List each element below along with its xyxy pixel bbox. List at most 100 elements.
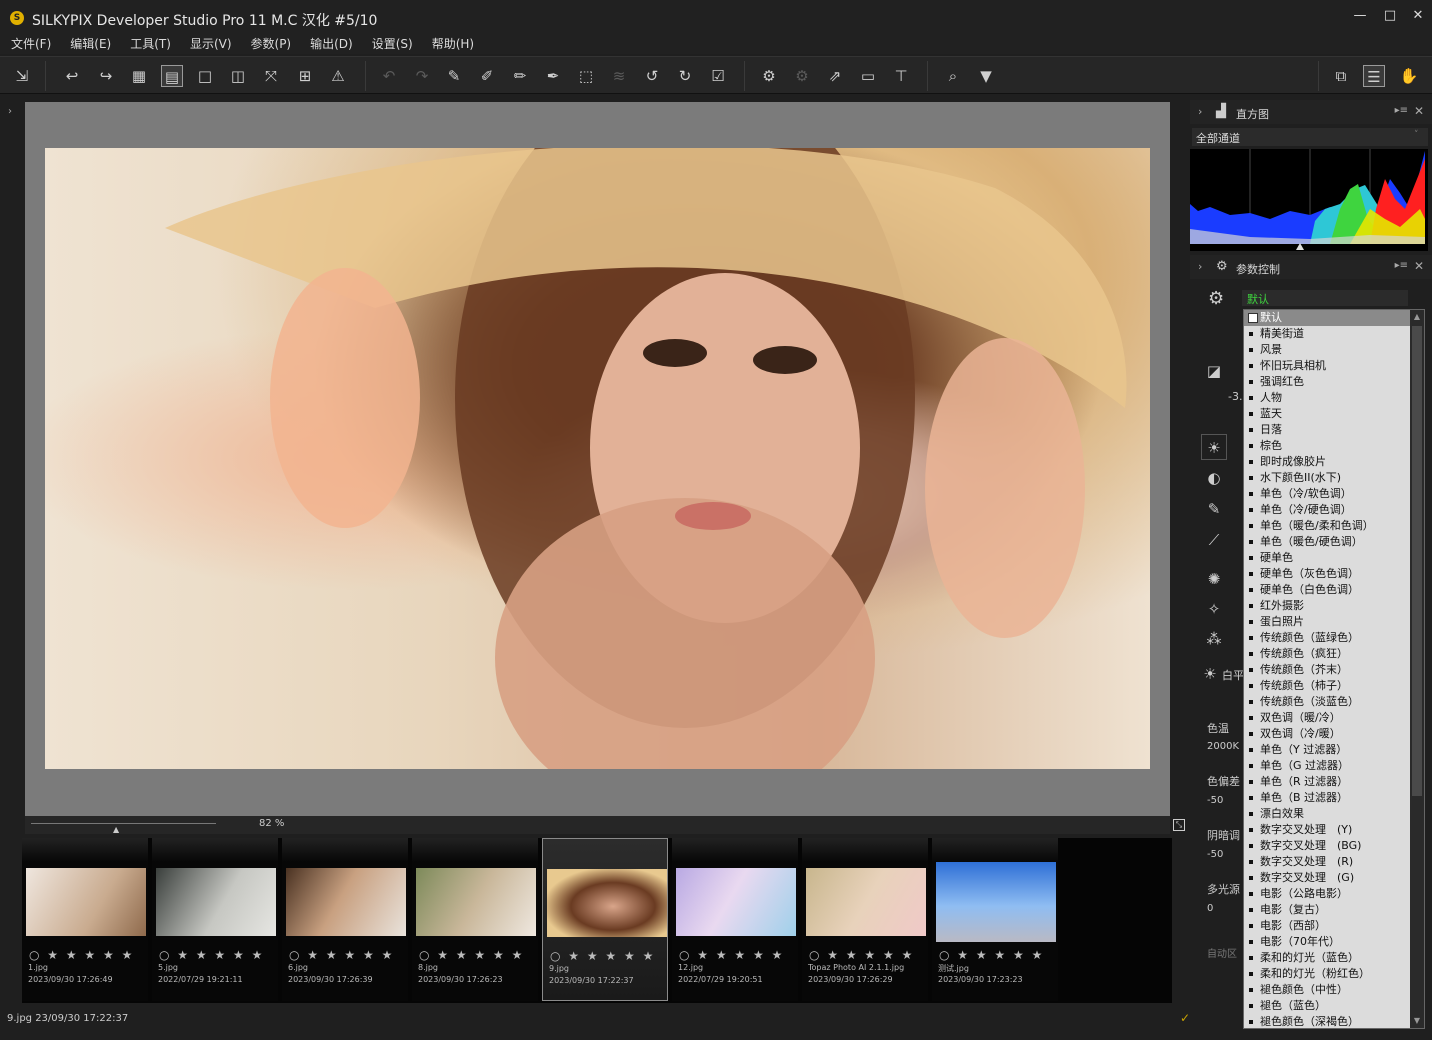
thumbnail-grid-icon[interactable]: ▦ bbox=[128, 65, 150, 87]
preset-option[interactable]: 柔和的灯光（粉红色） bbox=[1244, 966, 1410, 982]
batch-develop-icon[interactable]: ⚙ bbox=[791, 65, 813, 87]
menu-view[interactable]: 显示(V) bbox=[179, 34, 240, 54]
scroll-down-icon[interactable]: ▼ bbox=[1412, 1016, 1422, 1025]
panel-close-icon[interactable]: ✕ bbox=[1414, 104, 1424, 118]
panel-menu-icon[interactable]: ▸≡ bbox=[1395, 105, 1408, 116]
preset-option[interactable]: 电影（复古） bbox=[1244, 902, 1410, 918]
grid-overlay-icon[interactable]: ⊞ bbox=[294, 65, 316, 87]
thumbnail-item[interactable]: ○ ★ ★ ★ ★ ★ 5.jpg 2022/07/29 19:21:11 bbox=[152, 838, 278, 1001]
compare-view-icon[interactable]: ◫ bbox=[227, 65, 249, 87]
develop-icon[interactable]: ⚙ bbox=[758, 65, 780, 87]
preset-option[interactable]: 人物 bbox=[1244, 390, 1410, 406]
filter-icon[interactable]: ▼ bbox=[975, 65, 997, 87]
preset-option[interactable]: 传统颜色（疯狂） bbox=[1244, 646, 1410, 662]
preset-option[interactable]: 精美街道 bbox=[1244, 326, 1410, 342]
scroll-up-icon[interactable]: ▲ bbox=[1412, 312, 1422, 321]
copy-params-icon[interactable]: ✎ bbox=[443, 65, 465, 87]
noise-icon[interactable]: ✧ bbox=[1201, 596, 1227, 622]
next-image-icon[interactable]: ↪ bbox=[95, 65, 117, 87]
thumbnail-item[interactable]: ○ ★ ★ ★ ★ ★ 测试.jpg 2023/09/30 17:23:23 bbox=[932, 838, 1058, 1001]
rating-stars[interactable]: ○ ★ ★ ★ ★ ★ bbox=[29, 948, 134, 962]
preset-option[interactable]: 棕色 bbox=[1244, 438, 1410, 454]
rating-stars[interactable]: ○ ★ ★ ★ ★ ★ bbox=[809, 948, 914, 962]
menu-tools[interactable]: 工具(T) bbox=[119, 34, 179, 54]
preset-option[interactable]: 数字交叉处理 (BG) bbox=[1244, 838, 1410, 854]
preset-option[interactable]: 数字交叉处理 (Y) bbox=[1244, 822, 1410, 838]
preset-option-selected[interactable]: 默认 bbox=[1244, 310, 1410, 326]
warning-icon[interactable]: ⚠ bbox=[327, 65, 349, 87]
preset-option[interactable]: 单色（G 过滤器） bbox=[1244, 758, 1410, 774]
preset-option[interactable]: 漂白效果 bbox=[1244, 806, 1410, 822]
control-panel-icon[interactable]: ☰ bbox=[1363, 65, 1385, 87]
preset-option[interactable]: 数字交叉处理 (R) bbox=[1244, 854, 1410, 870]
thumbnail-item[interactable]: ○ ★ ★ ★ ★ ★ 8.jpg 2023/09/30 17:26:23 bbox=[412, 838, 538, 1001]
window-layout-icon[interactable]: ⧉ bbox=[1330, 65, 1352, 87]
rating-stars[interactable]: ○ ★ ★ ★ ★ ★ bbox=[679, 948, 784, 962]
single-view-icon[interactable]: □ bbox=[194, 65, 216, 87]
panel-close-icon[interactable]: ✕ bbox=[1414, 259, 1424, 273]
preset-option[interactable]: 水下颜色II(水下) bbox=[1244, 470, 1410, 486]
thumbnail-item-selected[interactable]: ○ ★ ★ ★ ★ ★ 9.jpg 2023/09/30 17:22:37 bbox=[542, 838, 668, 1001]
scrollbar-thumb[interactable] bbox=[1412, 326, 1422, 796]
close-button[interactable]: ✕ bbox=[1404, 6, 1432, 26]
fullscreen-icon[interactable]: ⤧ bbox=[260, 65, 282, 87]
menu-edit[interactable]: 编辑(E) bbox=[59, 34, 119, 54]
check-icon[interactable]: ☑ bbox=[707, 65, 729, 87]
search-icon[interactable]: ⌕ bbox=[942, 65, 964, 87]
preset-option[interactable]: 电影（西部） bbox=[1244, 918, 1410, 934]
preset-option[interactable]: 单色（暖色/柔和色调） bbox=[1244, 518, 1410, 534]
tone-curve-icon[interactable]: ⟋ bbox=[1201, 527, 1227, 553]
zoom-slider-thumb[interactable]: ▲ bbox=[113, 825, 119, 834]
preset-option[interactable]: 单色（冷/软色调） bbox=[1244, 486, 1410, 502]
rating-stars[interactable]: ○ ★ ★ ★ ★ ★ bbox=[159, 948, 264, 962]
preset-option[interactable]: 怀旧玩具相机 bbox=[1244, 358, 1410, 374]
dropdown-scrollbar[interactable]: ▲ ▼ bbox=[1410, 310, 1424, 1028]
preset-option[interactable]: 传统颜色（芥末） bbox=[1244, 662, 1410, 678]
preset-option[interactable]: 蓝天 bbox=[1244, 406, 1410, 422]
preset-option[interactable]: 风景 bbox=[1244, 342, 1410, 358]
preset-option[interactable]: 褪色颜色（中性） bbox=[1244, 982, 1410, 998]
rating-stars[interactable]: ○ ★ ★ ★ ★ ★ bbox=[419, 948, 524, 962]
preset-option[interactable]: 单色（Y 过滤器） bbox=[1244, 742, 1410, 758]
sharpness-icon[interactable]: ✺ bbox=[1201, 566, 1227, 592]
zoom-slider-track[interactable] bbox=[31, 823, 216, 824]
preset-option[interactable]: 即时成像胶片 bbox=[1244, 454, 1410, 470]
thumbnail-item[interactable]: ○ ★ ★ ★ ★ ★ 6.jpg 2023/09/30 17:26:39 bbox=[282, 838, 408, 1001]
spot-icon[interactable]: ✒ bbox=[542, 65, 564, 87]
menu-settings[interactable]: 设置(S) bbox=[361, 34, 421, 54]
maximize-button[interactable]: □ bbox=[1376, 6, 1404, 26]
preset-option[interactable]: 单色（B 过滤器） bbox=[1244, 790, 1410, 806]
pen-icon[interactable]: ✏ bbox=[509, 65, 531, 87]
preset-option[interactable]: 硬单色（白色色调） bbox=[1244, 582, 1410, 598]
eyedropper-icon[interactable]: ✎ bbox=[1201, 496, 1227, 522]
menu-params[interactable]: 参数(P) bbox=[240, 34, 300, 54]
rating-stars[interactable]: ○ ★ ★ ★ ★ ★ bbox=[550, 949, 655, 963]
preset-option[interactable]: 强调红色 bbox=[1244, 374, 1410, 390]
menu-file[interactable]: 文件(F) bbox=[0, 34, 59, 54]
thumbnail-item[interactable]: ○ ★ ★ ★ ★ ★ 1.jpg 2023/09/30 17:26:49 bbox=[22, 838, 148, 1001]
fit-icon[interactable]: ⤡ bbox=[1173, 819, 1185, 831]
layers-icon[interactable]: ≋ bbox=[608, 65, 630, 87]
preset-option[interactable]: 双色调（冷/暖） bbox=[1244, 726, 1410, 742]
check-status-icon[interactable]: ✓ bbox=[1180, 1011, 1190, 1025]
preset-option[interactable]: 传统颜色（蓝绿色） bbox=[1244, 630, 1410, 646]
expand-left-panel-icon[interactable]: › bbox=[8, 106, 12, 117]
preset-option[interactable]: 单色（暖色/硬色调） bbox=[1244, 534, 1410, 550]
open-folder-icon[interactable]: ⇲ bbox=[11, 65, 33, 87]
lens-icon[interactable]: ⁂ bbox=[1201, 626, 1227, 652]
rating-stars[interactable]: ○ ★ ★ ★ ★ ★ bbox=[939, 948, 1044, 962]
thumbnail-item[interactable]: ○ ★ ★ ★ ★ ★ Topaz Photo AI 2.1.1.jpg 202… bbox=[802, 838, 928, 1001]
preset-option[interactable]: 日落 bbox=[1244, 422, 1410, 438]
preset-option[interactable]: 电影（70年代） bbox=[1244, 934, 1410, 950]
monitor-icon[interactable]: ▭ bbox=[857, 65, 879, 87]
white-balance-icon[interactable]: ☀ bbox=[1201, 434, 1227, 460]
redo-icon[interactable]: ↷ bbox=[411, 65, 433, 87]
preset-option[interactable]: 柔和的灯光（蓝色） bbox=[1244, 950, 1410, 966]
preset-option[interactable]: 传统颜色（淡蓝色） bbox=[1244, 694, 1410, 710]
preset-option[interactable]: 硬单色 bbox=[1244, 550, 1410, 566]
exposure-icon[interactable]: ◪ bbox=[1201, 358, 1227, 384]
channel-select[interactable]: 全部通道 ˅ bbox=[1192, 128, 1428, 146]
filmstrip-view-icon[interactable]: ▤ bbox=[161, 65, 183, 87]
preset-option[interactable]: 褪色颜色（深褐色） bbox=[1244, 1014, 1410, 1028]
gear-icon[interactable]: ⚙ bbox=[1208, 288, 1224, 309]
